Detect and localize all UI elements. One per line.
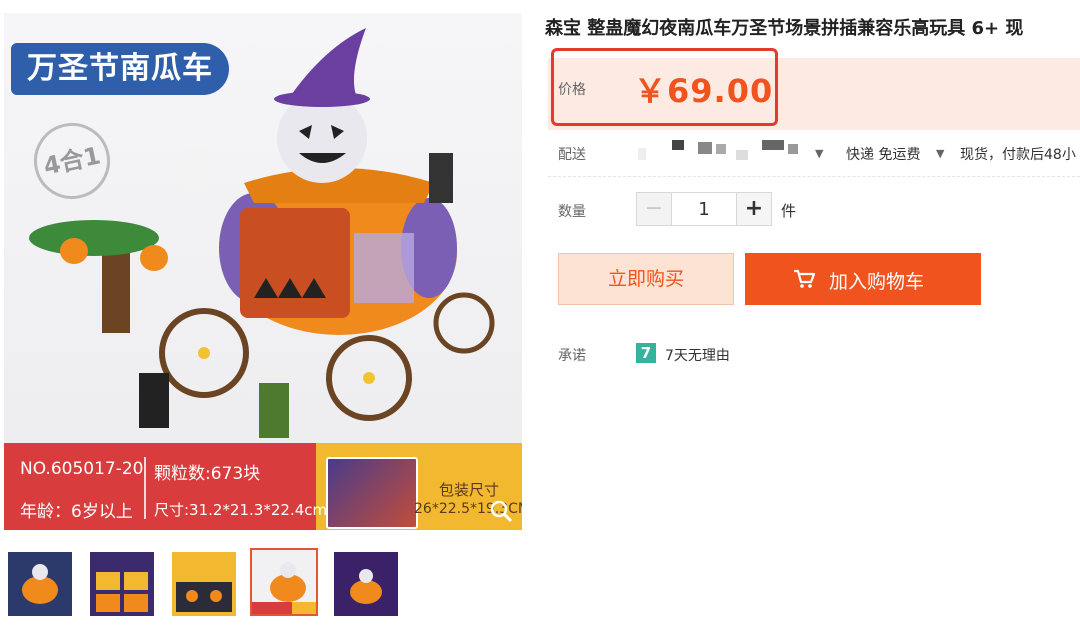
quantity-increase-button[interactable]: + (736, 193, 771, 225)
seven-day-return-icon: 7 (636, 343, 656, 363)
zoom-icon[interactable] (488, 498, 514, 524)
thumbnail-4[interactable] (250, 548, 318, 616)
age-range: 年龄：6岁以上 (20, 502, 133, 522)
spec-band: NO.605017-20 颗粒数:673块 年龄：6岁以上 尺寸:31.2*21… (4, 443, 522, 530)
add-to-cart-button[interactable]: 加入购物车 (745, 253, 981, 305)
price-highlight-box (551, 48, 778, 126)
address-caret-icon[interactable]: ▼ (815, 147, 823, 160)
quantity-stepper: − + (636, 192, 772, 226)
product-size: 尺寸:31.2*21.3*22.4cm (154, 501, 328, 519)
thumbnail-1[interactable] (6, 550, 74, 618)
package-size-label: 包装尺寸 (438, 481, 499, 499)
piece-count: 颗粒数:673块 (154, 464, 261, 484)
thumbnail-2[interactable] (88, 550, 156, 618)
spec-divider (144, 457, 146, 519)
shipping-caret-icon[interactable]: ▼ (936, 147, 944, 160)
quantity-label: 数量 (558, 204, 586, 220)
thumbnail-5[interactable] (332, 550, 400, 618)
buy-now-button[interactable]: 立即购买 (558, 253, 734, 305)
package-box-image (326, 457, 418, 529)
main-product-image[interactable]: 万圣节南瓜车 4合1 NO.605017-20 颗粒数:673块 年龄：6岁以上… (4, 13, 522, 530)
quantity-decrease-button[interactable]: − (637, 193, 672, 225)
model-number: NO.605017-20 (20, 459, 144, 479)
cart-icon (794, 269, 815, 288)
promise-label: 承诺 (558, 348, 586, 364)
add-to-cart-label: 加入购物车 (829, 271, 925, 293)
image-title-badge: 万圣节南瓜车 (11, 43, 229, 95)
thumbnail-3[interactable] (170, 550, 238, 618)
promise-text[interactable]: 7天无理由 (665, 345, 730, 365)
shipping-label: 配送 (558, 147, 586, 163)
quantity-input[interactable] (672, 193, 736, 225)
shipping-address-selector[interactable] (632, 140, 810, 164)
section-divider (548, 176, 1080, 177)
product-title: 森宝 整蛊魔幻夜南瓜车万圣节场景拼插兼容乐高玩具 6+ 现 (545, 18, 1024, 39)
shipping-method[interactable]: 快递 免运费 (846, 144, 920, 164)
shipping-note: 现货，付款后48小 (960, 147, 1076, 163)
spec-panel: NO.605017-20 颗粒数:673块 年龄：6岁以上 尺寸:31.2*21… (4, 443, 327, 530)
quantity-unit: 件 (781, 202, 797, 220)
